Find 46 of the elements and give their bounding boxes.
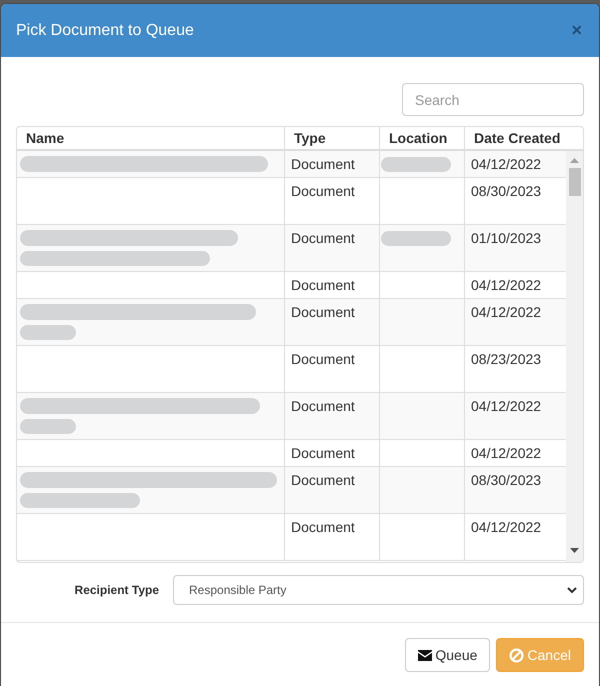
table-cell: Document <box>285 514 380 560</box>
recipient-type-select[interactable]: Responsible Party <box>173 575 584 605</box>
table-cell-text: 04/12/2022 <box>470 397 542 416</box>
queue-button[interactable]: Queue <box>405 638 490 672</box>
scrollbar-thumb[interactable] <box>568 168 580 196</box>
table-row[interactable]: Document 04/12/2022 <box>17 440 566 467</box>
table-row[interactable]: Document 08/30/2023 <box>17 467 566 514</box>
column-header: Type <box>285 127 380 149</box>
table-cell-text: 01/10/2023 <box>470 229 542 248</box>
table-cell-text: 04/12/2022 <box>470 276 542 295</box>
envelope-icon <box>418 650 432 660</box>
dialog-title: Pick Document to Queue <box>16 20 194 40</box>
field-label: Recipient Type <box>74 582 159 598</box>
table-cell: Document <box>285 393 380 439</box>
ban-icon <box>509 648 524 662</box>
up-arrow-icon[interactable] <box>570 158 579 163</box>
column-header: Date Created <box>473 128 562 148</box>
table-row[interactable]: Document 08/23/2023 <box>17 346 566 393</box>
column-header: Name <box>17 127 285 149</box>
table-cell-text: 04/12/2022 <box>470 155 542 174</box>
table-cell: Document <box>285 178 380 224</box>
table-cell: Document <box>285 272 380 298</box>
table-row[interactable]: Document 01/10/2023 <box>17 225 566 272</box>
down-arrow-icon[interactable] <box>570 548 579 553</box>
table-cell: Document <box>285 299 380 345</box>
table-row[interactable]: Document 04/12/2022 <box>17 272 566 299</box>
table-row[interactable]: Document 08/30/2023 <box>17 178 566 225</box>
table-row[interactable]: Document 04/12/2022 <box>17 514 566 561</box>
table-cell-text: 04/12/2022 <box>470 444 542 463</box>
table-cell: Document <box>285 440 380 466</box>
table-cell: Document <box>285 225 380 271</box>
table-cell: Document <box>285 346 380 392</box>
table-cell: Document <box>285 467 380 513</box>
table-cell-text: 04/12/2022 <box>470 518 542 537</box>
table-cell-text: 08/30/2023 <box>470 471 542 490</box>
table-row[interactable]: Document 04/12/2022 <box>17 299 566 346</box>
search-field[interactable]: Search <box>402 83 584 116</box>
table-cell-text: 04/12/2022 <box>470 303 542 322</box>
column-header: Location <box>380 127 465 149</box>
table-cell-text: 08/30/2023 <box>470 182 542 201</box>
chevron-down-icon <box>567 586 577 594</box>
table-row[interactable]: Document 04/12/2022 <box>17 393 566 440</box>
table-row[interactable]: Document 04/12/2022 <box>17 151 566 178</box>
table-cell-text: 08/23/2023 <box>470 350 542 369</box>
table-cell: Document <box>285 151 380 177</box>
scrollbar[interactable] <box>566 151 583 562</box>
